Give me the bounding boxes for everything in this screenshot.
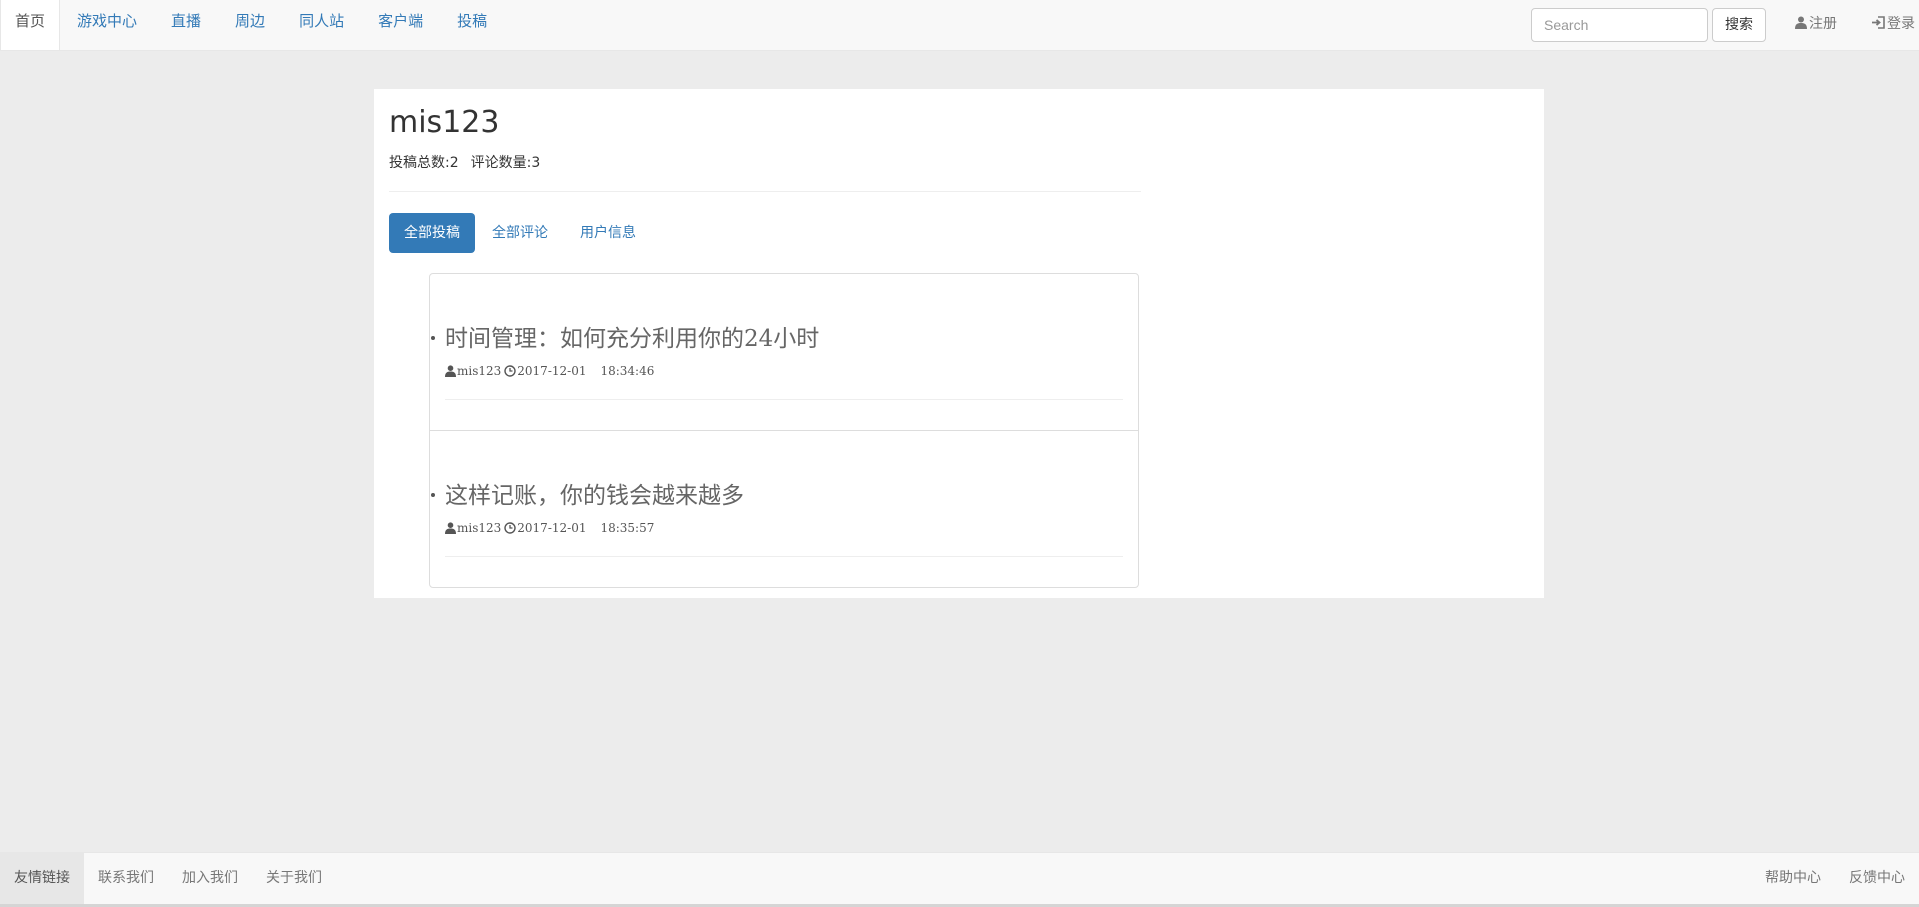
clock-icon xyxy=(504,522,516,534)
post-divider xyxy=(445,399,1123,400)
post-divider xyxy=(445,556,1123,557)
nav-item-live[interactable]: 直播 xyxy=(154,0,218,50)
post-time: 18:35:57 xyxy=(600,521,655,535)
profile-username: mis123 xyxy=(389,105,500,140)
footer-link-join-us[interactable]: 加入我们 xyxy=(168,853,252,905)
post-date: 2017-12-01 xyxy=(517,521,587,535)
search-input[interactable] xyxy=(1531,8,1708,42)
post-title-link[interactable]: 这样记账，你的钱会越来越多 xyxy=(445,476,744,510)
footer-right-links: 帮助中心 反馈中心 xyxy=(1751,853,1919,905)
post-time: 18:34:46 xyxy=(600,364,655,378)
main-nav: 首页 游戏中心 直播 周边 同人站 客户端 投稿 xyxy=(0,0,504,50)
footer-left-links: 友情链接 联系我们 加入我们 关于我们 xyxy=(0,853,336,905)
header-divider xyxy=(389,191,1141,192)
footer-link-contact-us[interactable]: 联系我们 xyxy=(84,853,168,905)
user-icon xyxy=(1795,16,1807,29)
nav-item-fan-site[interactable]: 同人站 xyxy=(282,0,361,50)
post-author: mis123 xyxy=(457,364,502,378)
post-list: 时间管理：如何充分利用你的24小时 mis123 2017-12-01 18:3… xyxy=(429,273,1139,588)
nav-item-game-center[interactable]: 游戏中心 xyxy=(60,0,154,50)
login-icon xyxy=(1872,16,1885,29)
profile-panel: mis123 投稿总数:2 评论数量:3 全部投稿 全部评论 用户信息 时间管理：… xyxy=(374,89,1544,598)
nav-item-client[interactable]: 客户端 xyxy=(361,0,440,50)
list-item: 时间管理：如何充分利用你的24小时 mis123 2017-12-01 18:3… xyxy=(430,274,1138,431)
profile-stats: 投稿总数:2 评论数量:3 xyxy=(389,152,540,172)
nav-item-submit[interactable]: 投稿 xyxy=(440,0,504,50)
list-bullet xyxy=(431,336,435,340)
login-label: 登录 xyxy=(1887,16,1915,32)
footer-link-feedback-center[interactable]: 反馈中心 xyxy=(1835,853,1919,905)
post-count: 投稿总数:2 xyxy=(389,155,459,171)
nav-item-home[interactable]: 首页 xyxy=(0,0,61,50)
user-icon xyxy=(445,522,456,534)
list-bullet xyxy=(431,493,435,497)
tab-all-posts[interactable]: 全部投稿 xyxy=(389,213,475,253)
post-author: mis123 xyxy=(457,521,502,535)
post-date: 2017-12-01 xyxy=(517,364,587,378)
clock-icon xyxy=(504,365,516,377)
footer-link-about-us[interactable]: 关于我们 xyxy=(252,853,336,905)
post-meta: mis123 2017-12-01 18:34:46 xyxy=(445,364,654,378)
register-link[interactable]: 注册 xyxy=(1795,0,1837,50)
register-label: 注册 xyxy=(1809,16,1837,32)
user-icon xyxy=(445,365,456,377)
tab-all-comments[interactable]: 全部评论 xyxy=(477,213,563,253)
post-title-link[interactable]: 时间管理：如何充分利用你的24小时 xyxy=(445,319,819,353)
tab-user-info[interactable]: 用户信息 xyxy=(565,213,651,253)
profile-tabs: 全部投稿 全部评论 用户信息 xyxy=(389,213,653,253)
footer-link-help-center[interactable]: 帮助中心 xyxy=(1751,853,1835,905)
list-item: 这样记账，你的钱会越来越多 mis123 2017-12-01 18:35:57 xyxy=(430,431,1138,587)
login-link[interactable]: 登录 xyxy=(1871,0,1915,50)
search-button[interactable]: 搜索 xyxy=(1712,8,1766,42)
nav-item-merch[interactable]: 周边 xyxy=(218,0,282,50)
post-meta: mis123 2017-12-01 18:35:57 xyxy=(445,521,654,535)
comment-count: 评论数量:3 xyxy=(470,155,541,171)
footer-navbar: 友情链接 联系我们 加入我们 关于我们 帮助中心 反馈中心 xyxy=(0,852,1919,907)
top-navbar: 首页 游戏中心 直播 周边 同人站 客户端 投稿 搜索 注册 登录 xyxy=(0,0,1919,51)
footer-link-friend-links[interactable]: 友情链接 xyxy=(0,853,84,905)
